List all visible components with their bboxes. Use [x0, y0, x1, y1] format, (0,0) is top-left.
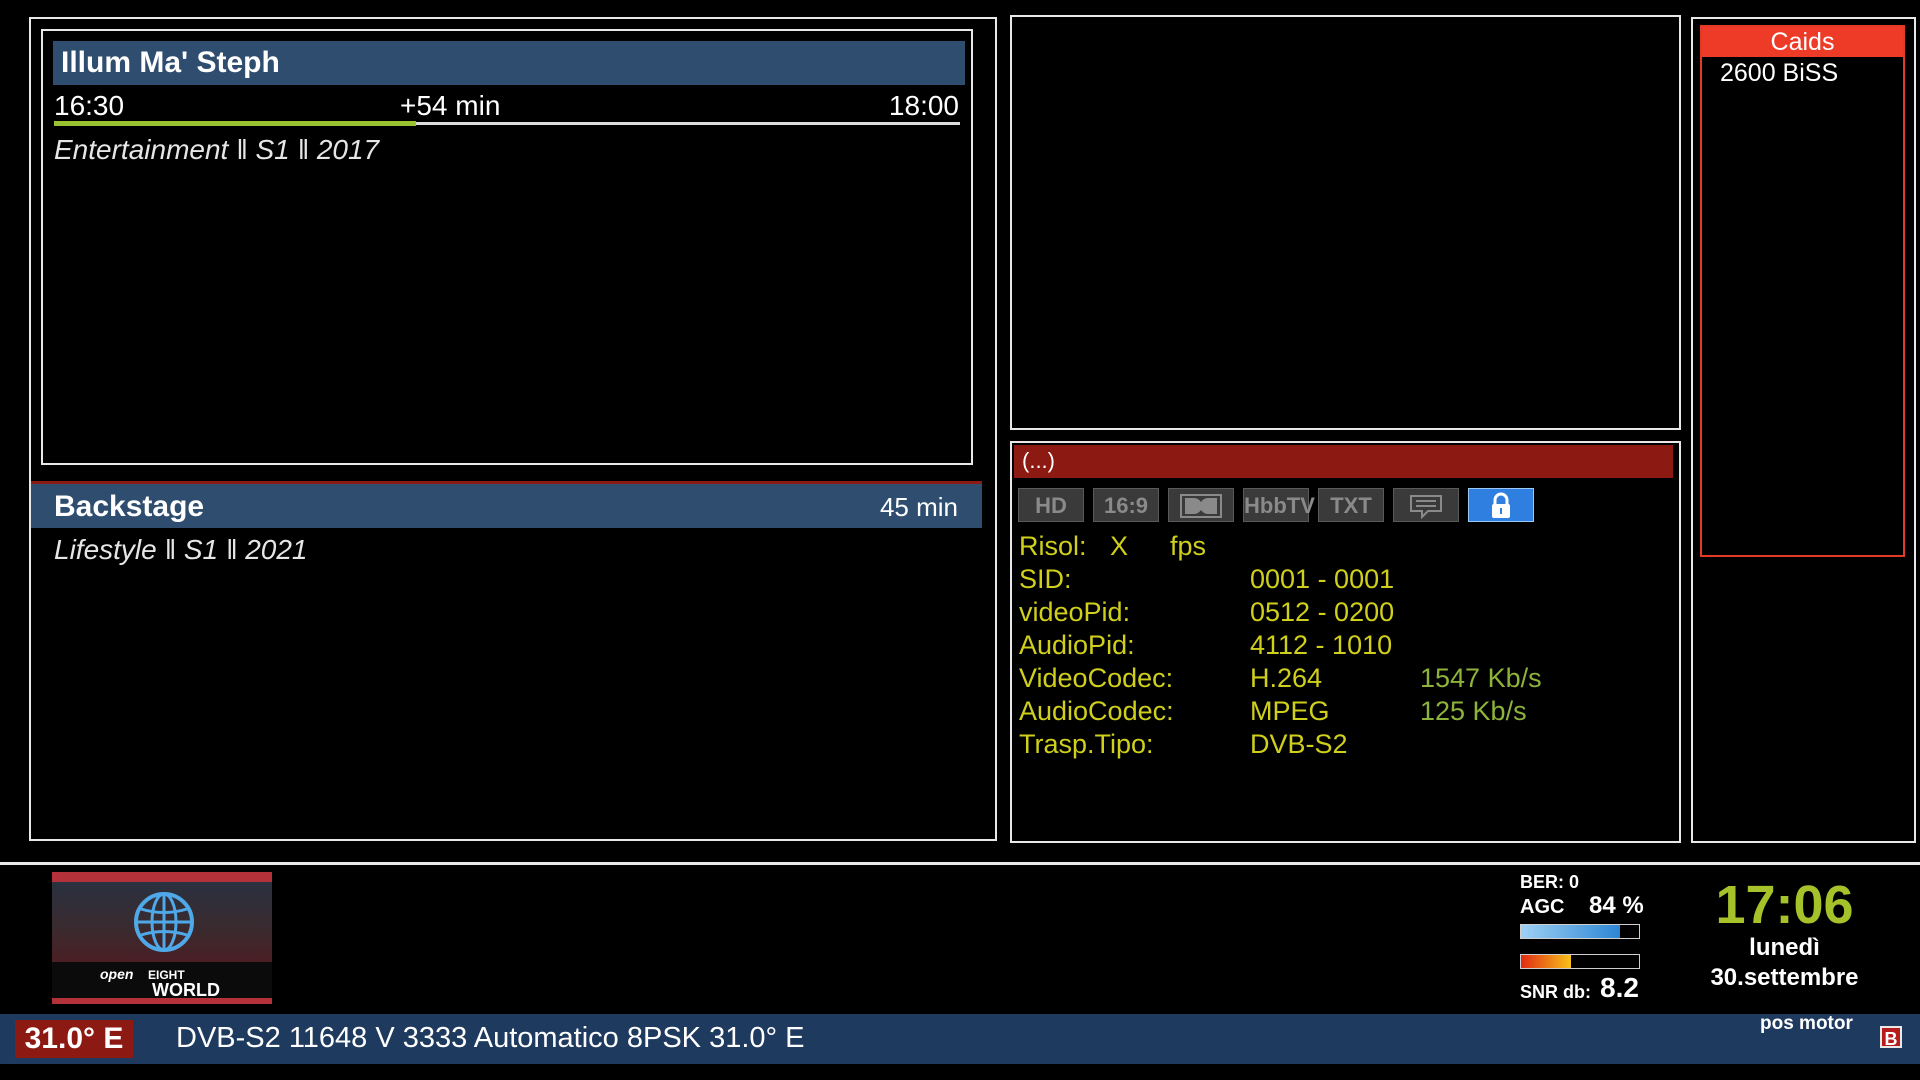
info-row-label: Trasp.Tipo:	[1019, 729, 1154, 759]
badge-hd: HD	[1018, 488, 1084, 522]
transponder-info: DVB-S2 11648 V 3333 Automatico 8PSK 31.0…	[176, 1022, 805, 1054]
info-row-label: videoPid:	[1019, 597, 1131, 627]
now-remaining-time: +54 min	[400, 90, 501, 121]
badge-169: 16:9	[1093, 488, 1159, 522]
next-event-header: Backstage 45 min	[31, 481, 982, 528]
info-row-label: AudioPid:	[1019, 630, 1135, 660]
risol-label: Risol:	[1019, 531, 1087, 561]
info-row-label: SID:	[1019, 564, 1072, 594]
snr-value: 8.2	[1600, 972, 1639, 1003]
orbital-position-badge: 31.0° E	[15, 1020, 133, 1058]
subtitles-icon	[1393, 488, 1459, 522]
now-start-time: 16:30	[54, 90, 125, 121]
pos-motor-label: pos motor	[1760, 1013, 1853, 1034]
agc-meter	[1520, 924, 1640, 939]
next-event-duration: 45 min	[879, 492, 958, 522]
service-info-header: (...)	[1014, 445, 1673, 478]
snr-meter-fill	[1521, 955, 1571, 968]
channel-picon: open EIGHT WORLD	[52, 872, 272, 1004]
next-event-title: Backstage	[54, 490, 205, 523]
lock-icon	[1468, 488, 1534, 522]
now-event-info: Entertainment ‖ S1 ‖ 2017	[54, 134, 380, 165]
service-badge-row: HD 16:9 HbbTV TXT	[1018, 488, 1538, 524]
caids-panel	[1700, 25, 1905, 557]
info-row-value: H.264	[1250, 663, 1323, 693]
ber-label: BER: 0	[1520, 872, 1580, 892]
logo-text-open: open	[100, 966, 134, 982]
now-event-panel	[41, 29, 973, 465]
bottom-divider	[0, 862, 1920, 865]
info-row-value: 0512 - 0200	[1250, 597, 1395, 627]
clock-time: 17:06	[1715, 875, 1854, 935]
info-row-label: VideoCodec:	[1019, 663, 1174, 693]
info-row-value: 0001 - 0001	[1250, 564, 1395, 594]
next-event-info: Lifestyle ‖ S1 ‖ 2021	[54, 534, 308, 565]
agc-label: AGC	[1520, 896, 1565, 918]
risol-x-value: X	[1110, 531, 1129, 561]
video-preview-box	[1010, 15, 1681, 430]
snr-meter	[1520, 954, 1640, 969]
info-row-bitrate: 1547 Kb/s	[1420, 663, 1542, 693]
info-row-value: DVB-S2	[1250, 729, 1348, 759]
badge-txt: TXT	[1318, 488, 1384, 522]
dolby-icon	[1168, 488, 1234, 522]
risol-fps-value: fps	[1170, 531, 1207, 561]
agc-meter-fill	[1521, 925, 1621, 938]
snr-label: SNR db:	[1520, 982, 1591, 1002]
clock-day: lunedì	[1749, 934, 1820, 961]
info-row-value: 4112 - 1010	[1250, 630, 1393, 660]
info-row-label: AudioCodec:	[1019, 696, 1174, 726]
info-row-bitrate: 125 Kb/s	[1420, 696, 1527, 726]
clock-date: 30.settembre	[1710, 964, 1859, 991]
caids-item: 2600 BiSS	[1720, 59, 1839, 87]
globe-icon	[132, 890, 196, 954]
caids-header: Caids	[1702, 27, 1903, 57]
badge-hbbtv: HbbTV	[1243, 488, 1315, 522]
now-event-title: Illum Ma' Steph	[53, 41, 965, 85]
ber-value: 0	[1569, 872, 1580, 892]
info-row-value: MPEG	[1250, 696, 1330, 726]
agc-value: 84 %	[1589, 892, 1644, 919]
b-marker-icon: B	[1880, 1026, 1902, 1049]
now-end-time: 18:00	[888, 90, 959, 121]
now-progress-bar	[54, 121, 417, 126]
